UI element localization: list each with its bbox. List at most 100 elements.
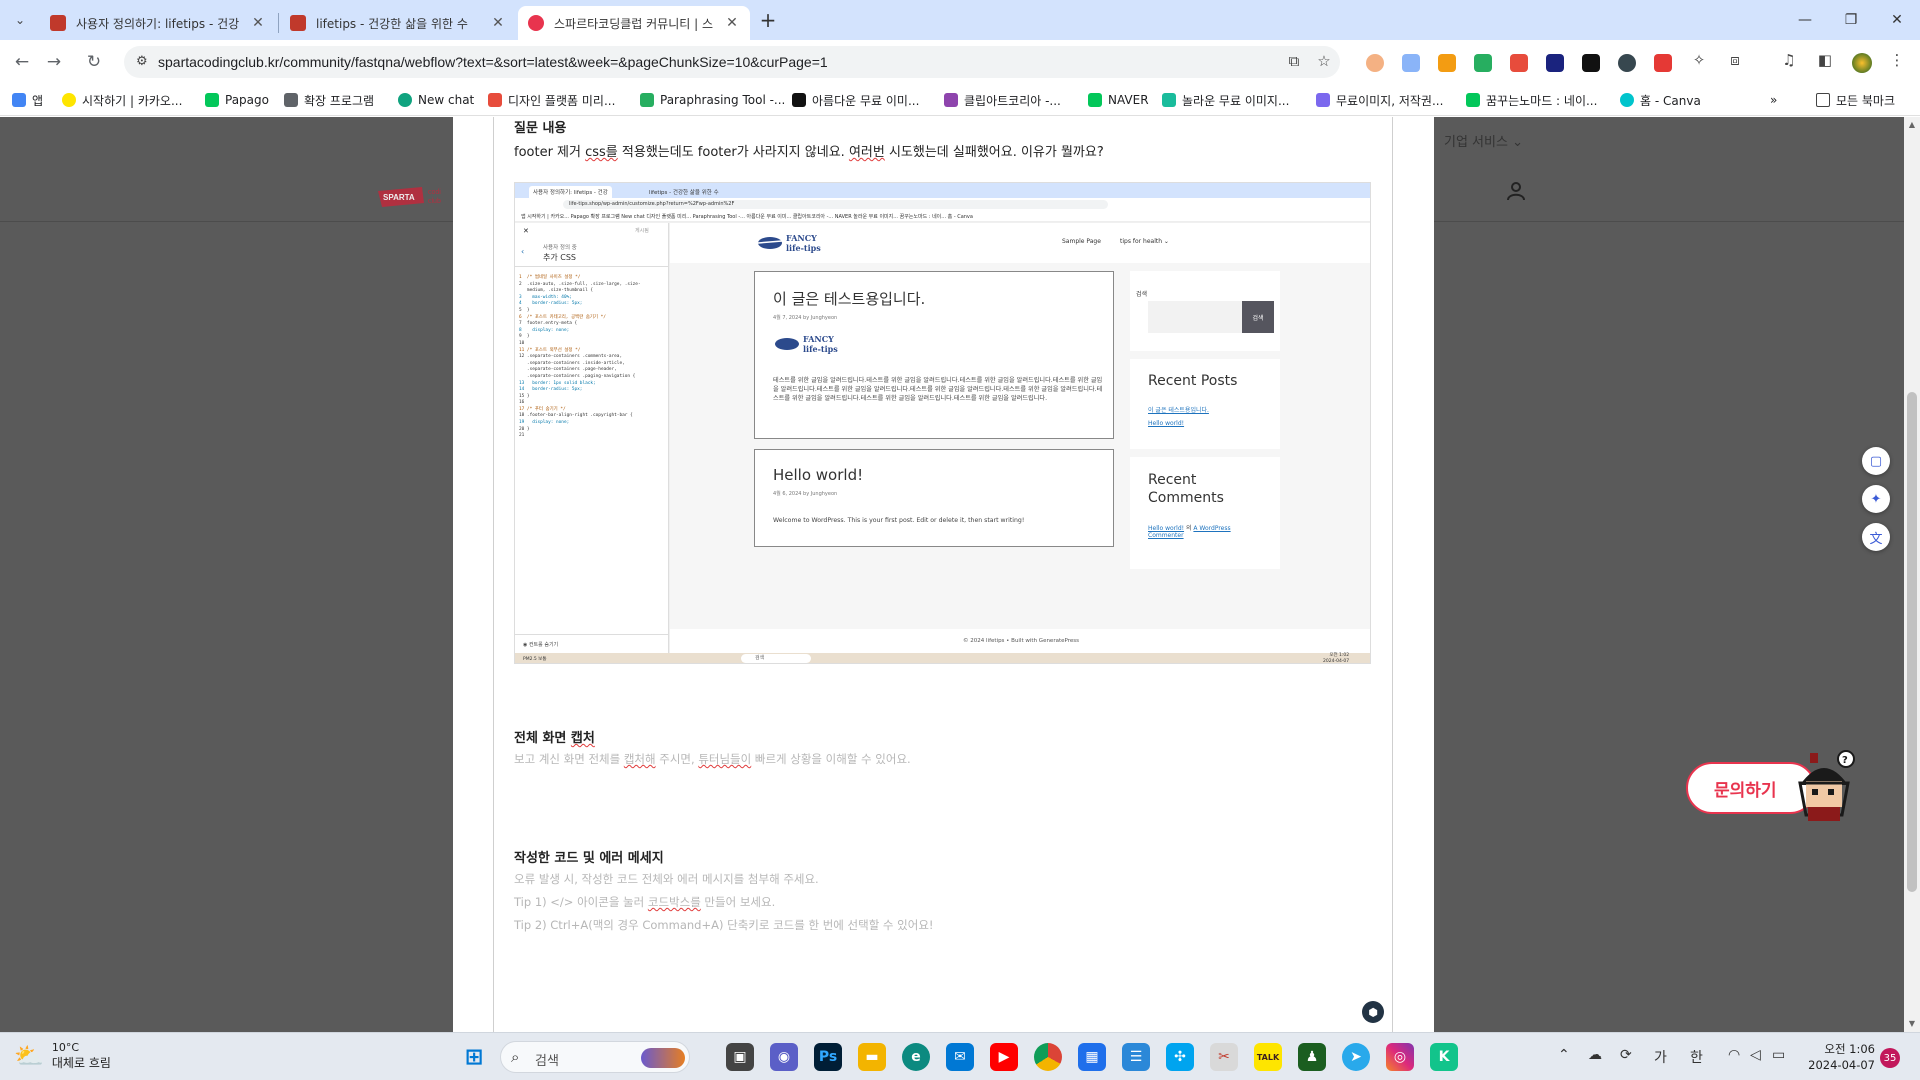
bookmark-item[interactable]: Papago [205, 91, 269, 109]
bookmark-item[interactable]: NAVER [1088, 91, 1149, 109]
extension-icon[interactable] [1582, 54, 1600, 72]
kakaotalk-icon[interactable]: TALK [1254, 1043, 1282, 1071]
bookmark-item[interactable]: 확장 프로그램 [284, 91, 374, 109]
photoshop-icon[interactable]: Ps [814, 1043, 842, 1071]
tab-lifetips[interactable]: lifetips - 건강한 삶을 위한 수 ✕ [280, 6, 516, 40]
bookmark-item[interactable]: 디자인 플랫폼 미리... [488, 91, 615, 109]
code-tip-1[interactable]: Tip 1) </> 아이콘을 눌러 코드박스를 만들어 보세요. [514, 894, 775, 910]
bookmark-item[interactable]: 아름다운 무료 이미... [792, 91, 919, 109]
window-restore-icon[interactable]: ❐ [1828, 0, 1874, 40]
bookmark-item[interactable]: 홈 - Canva [1620, 91, 1701, 109]
network-app-icon[interactable]: ✣ [1166, 1043, 1194, 1071]
profile-avatar[interactable] [1852, 53, 1872, 73]
tab-sparta-community[interactable]: 스파르타코딩클럽 커뮤니티 | 스 ✕ [518, 6, 750, 40]
extension-icon[interactable] [1438, 54, 1456, 72]
extension-icon[interactable] [1546, 54, 1564, 72]
mail-icon[interactable]: ✉ [946, 1043, 974, 1071]
scroll-thumb[interactable] [1907, 392, 1917, 892]
windows-start-icon[interactable]: ⊞ [460, 1043, 488, 1071]
ime-korean-toggle[interactable]: 가 [1654, 1047, 1667, 1067]
youtube-icon[interactable]: ▶ [990, 1043, 1018, 1071]
sidebar-sparkle-icon[interactable]: ✦ [1862, 485, 1890, 513]
reload-icon[interactable]: ↻ [80, 48, 108, 76]
app-icon[interactable]: ♟ [1298, 1043, 1326, 1071]
file-explorer-icon[interactable]: ▬ [858, 1043, 886, 1071]
apps-grid-icon [12, 93, 26, 107]
code-hint[interactable]: 오류 발생 시, 작성한 코드 전체와 에러 메시지를 첨부해 주세요. [514, 871, 819, 887]
capture-hint[interactable]: 보고 계신 화면 전체를 캡처해 주시면, 튜터님들이 빠르게 상황을 이해할 … [514, 751, 911, 767]
tray-overflow-icon[interactable]: ⌃ [1558, 1047, 1570, 1063]
notepad-icon[interactable]: ☰ [1122, 1043, 1150, 1071]
media-control-icon[interactable]: ♫ [1778, 51, 1800, 73]
new-tab-plus-icon[interactable]: + [756, 8, 780, 32]
bookmark-item[interactable]: Paraphrasing Tool -... [640, 91, 785, 109]
attached-screenshot[interactable]: 사용자 정의하기: lifetips - 건강 lifetips - 건강한 삶… [514, 182, 1371, 664]
question-body[interactable]: footer 제거 css를 적용했는데도 footer가 사라지지 않네요. … [514, 141, 1104, 160]
calculator-icon[interactable]: ▦ [1078, 1043, 1106, 1071]
extension-icon[interactable] [1618, 54, 1636, 72]
battery-icon[interactable]: ▭ [1772, 1047, 1785, 1063]
all-bookmarks-item[interactable]: 모든 북마크 [1816, 91, 1895, 109]
bookmarks-overflow-icon[interactable]: » [1770, 91, 1777, 109]
tab-close-icon[interactable]: ✕ [724, 15, 740, 31]
weather-widget[interactable]: ⛅ 10°C 대체로 흐림 [14, 1041, 111, 1071]
bookmark-item[interactable]: 꿈꾸는노마드 : 네이... [1466, 91, 1597, 109]
extension-icon[interactable] [1366, 54, 1384, 72]
edge-icon[interactable]: e [902, 1043, 930, 1071]
forward-arrow-icon[interactable]: → [40, 48, 68, 76]
extension-icon[interactable] [1654, 54, 1672, 72]
tab-close-icon[interactable]: ✕ [250, 15, 266, 31]
bookmark-item[interactable]: 놀라운 무료 이미지... [1162, 91, 1289, 109]
header-divider [1434, 221, 1904, 222]
code-tip-2[interactable]: Tip 2) Ctrl+A(맥의 경우 Command+A) 단축키로 코드를 … [514, 917, 934, 933]
bookmark-item[interactable]: 무료이미지, 저작권... [1316, 91, 1443, 109]
notification-badge[interactable]: 35 [1880, 1048, 1900, 1068]
open-in-new-icon[interactable]: ⧉ [1284, 52, 1304, 72]
extension-icon[interactable] [1474, 54, 1492, 72]
tab-search-chevron-icon[interactable]: ⌄ [8, 8, 32, 32]
tray-sync-icon[interactable]: ⟳ [1620, 1047, 1632, 1063]
page-scrollbar[interactable]: ▲ ▼ [1904, 117, 1920, 1032]
teams-icon[interactable]: ◉ [770, 1043, 798, 1071]
bookmark-item[interactable]: 클립아트코리아 -... [944, 91, 1061, 109]
wifi-icon[interactable]: ◠ [1728, 1047, 1740, 1063]
window-close-icon[interactable]: ✕ [1874, 0, 1920, 40]
bookmark-item[interactable]: New chat [398, 91, 474, 109]
extension-wand-icon[interactable]: ✧ [1688, 51, 1710, 73]
bookmark-item[interactable]: 시작하기 | 카카오... [62, 91, 182, 109]
taskbar-clock[interactable]: 오전 1:06 2024-04-07 [1795, 1041, 1875, 1073]
menu-kebab-icon[interactable]: ⋮ [1886, 51, 1908, 73]
snipping-tool-icon[interactable]: ✂ [1210, 1043, 1238, 1071]
extension-icon[interactable] [1402, 54, 1420, 72]
tab-customize[interactable]: 사용자 정의하기: lifetips - 건강 ✕ [40, 6, 276, 40]
site-info-icon[interactable]: ⚙ [136, 54, 148, 69]
corp-service-link[interactable]: 기업 서비스 ⌄ [1444, 131, 1523, 150]
scroll-down-arrow-icon[interactable]: ▼ [1904, 1016, 1920, 1032]
bookmark-label: 시작하기 | 카카오... [82, 93, 183, 108]
tab-close-icon[interactable]: ✕ [490, 15, 506, 31]
bookmark-star-icon[interactable]: ☆ [1314, 52, 1334, 72]
taskbar-search[interactable]: ⌕ 검색 [500, 1041, 690, 1073]
user-icon[interactable] [1506, 181, 1526, 207]
task-view-icon[interactable]: ▣ [726, 1043, 754, 1071]
side-panel-icon[interactable]: ◧ [1814, 51, 1836, 73]
back-arrow-icon[interactable]: ← [8, 48, 36, 76]
sidebar-document-icon[interactable]: ▢ [1862, 447, 1890, 475]
bookmark-label: 놀라운 무료 이미지... [1182, 93, 1290, 108]
address-url[interactable]: spartacodingclub.kr/community/fastqna/we… [158, 54, 828, 70]
extensions-puzzle-icon[interactable]: ⧈ [1724, 51, 1746, 73]
app-k-icon[interactable]: K [1430, 1043, 1458, 1071]
bookmark-item[interactable]: 앱 [12, 91, 43, 109]
grammar-helper-icon[interactable]: ⬢ [1362, 1001, 1384, 1023]
ime-han-toggle[interactable]: 한 [1690, 1047, 1703, 1067]
extension-icon[interactable] [1510, 54, 1528, 72]
scroll-up-arrow-icon[interactable]: ▲ [1904, 117, 1920, 133]
sidebar-translate-icon[interactable]: 文 [1862, 523, 1890, 551]
telegram-icon[interactable]: ➤ [1342, 1043, 1370, 1071]
volume-icon[interactable]: ◁ [1750, 1047, 1761, 1063]
tray-cloud-icon[interactable]: ☁ [1588, 1047, 1602, 1063]
chrome-icon[interactable] [1034, 1043, 1062, 1071]
address-bar[interactable]: ⚙ spartacodingclub.kr/community/fastqna/… [124, 46, 1340, 78]
window-minimize-icon[interactable]: — [1782, 0, 1828, 40]
instagram-icon[interactable]: ◎ [1386, 1043, 1414, 1071]
